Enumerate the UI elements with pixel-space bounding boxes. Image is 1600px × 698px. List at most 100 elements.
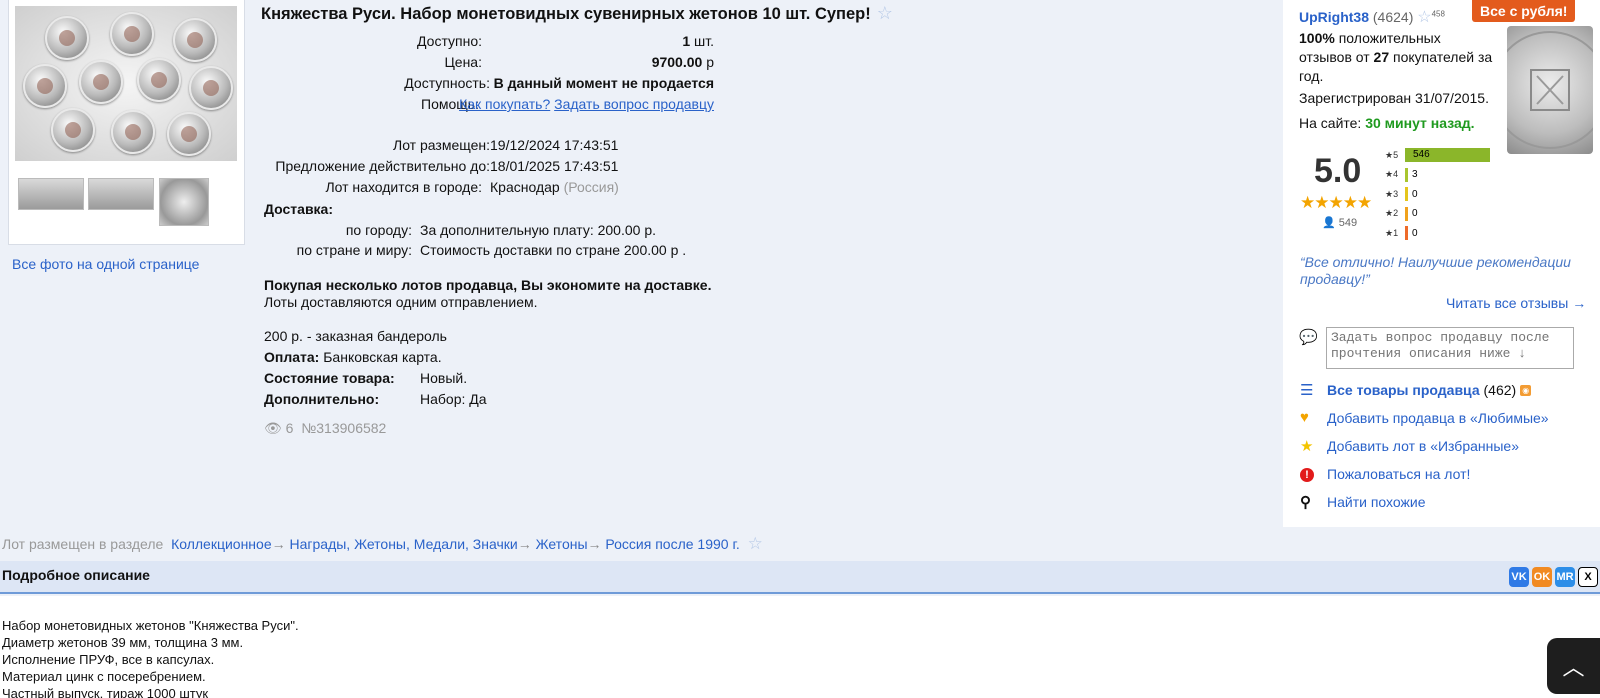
chevron-up-icon: ︿ bbox=[1562, 655, 1585, 680]
price-amount: 9700.00 bbox=[651, 54, 703, 70]
lot-meta: 👁 6 №313906582 bbox=[264, 420, 386, 437]
rating-bar-label: ★4 bbox=[1385, 169, 1399, 179]
breadcrumb-sep: → bbox=[587, 536, 602, 552]
description-title: Подробное описание bbox=[2, 567, 150, 583]
valid-label: Предложение действительно до: bbox=[275, 158, 490, 174]
seller-fav-count: 458 bbox=[1431, 9, 1445, 19]
how-to-buy-link[interactable]: Как покупать? bbox=[459, 96, 550, 112]
price-value: 9700.00 р bbox=[652, 54, 714, 70]
read-all-reviews-link[interactable]: Читать все отзывы → bbox=[1446, 295, 1586, 311]
thumbnail-3[interactable] bbox=[159, 178, 209, 226]
x-share-icon[interactable]: X bbox=[1578, 567, 1598, 587]
search-icon: ⚲ bbox=[1300, 494, 1311, 511]
rating-bar-row: ★5 546 bbox=[1385, 148, 1494, 162]
reviewers: 👤 549 bbox=[1322, 216, 1357, 229]
rating-bar bbox=[1405, 226, 1408, 240]
availability-value: В данный момент не продается bbox=[493, 75, 714, 91]
seller-name-link[interactable]: UpRight38 bbox=[1299, 9, 1369, 25]
rating-bar-count: 0 bbox=[1412, 188, 1418, 200]
add-fav-seller-row: ♥ Добавить продавца в «Любимые» bbox=[1300, 409, 1549, 426]
rating-stars: ★★★★★ bbox=[1300, 193, 1372, 212]
seller-feedback-count: (4624) bbox=[1372, 9, 1414, 25]
available-count: 1 bbox=[682, 33, 691, 49]
ask-seller-input[interactable] bbox=[1326, 327, 1574, 369]
reviewers-count: 549 bbox=[1338, 217, 1358, 229]
rating-bar-row: ★3 0 bbox=[1385, 187, 1418, 201]
add-fav-seller-link[interactable]: Добавить продавца в «Любимые» bbox=[1327, 410, 1549, 426]
payment-row: Оплата: Банковская карта. bbox=[264, 349, 442, 365]
extra-value: Набор: Да bbox=[420, 391, 487, 407]
add-fav-lot-link[interactable]: Добавить лот в «Избранные» bbox=[1327, 438, 1519, 454]
breadcrumb-prefix: Лот размещен в разделе bbox=[2, 536, 164, 552]
seller-positive: 100% положительных отзывов от 27 покупат… bbox=[1299, 29, 1504, 86]
add-fav-lot-row: ★ Добавить лот в «Избранные» bbox=[1300, 437, 1519, 455]
description-header-bar bbox=[0, 561, 1600, 594]
placed-label: Лот размещен: bbox=[393, 137, 490, 153]
seller-avatar[interactable] bbox=[1507, 26, 1593, 154]
lot-title-text: Княжества Руси. Набор монетовидных сувен… bbox=[261, 5, 871, 23]
description-line: Исполнение ПРУФ, все в капсулах. bbox=[2, 652, 215, 667]
star-outline-icon[interactable]: ☆ bbox=[748, 534, 763, 553]
save-note: Лоты доставляются одним отправлением. bbox=[264, 294, 538, 310]
breadcrumb-item-1[interactable]: Коллекционное bbox=[171, 536, 272, 552]
rating-bar bbox=[1405, 206, 1408, 221]
lot-title: Княжества Руси. Набор монетовидных сувен… bbox=[261, 3, 893, 24]
thumbnail-2[interactable] bbox=[88, 178, 154, 210]
condition-label: Состояние товара: bbox=[264, 370, 395, 386]
delivery-world-value: Стоимость доставки по стране 200.00 р . bbox=[420, 242, 687, 258]
rating-bar-count: 0 bbox=[1412, 227, 1418, 239]
rating-bar-count: 0 bbox=[1412, 208, 1418, 219]
rating-bar-label: ★3 bbox=[1385, 188, 1399, 199]
rss-icon[interactable]: ◉ bbox=[1520, 384, 1532, 396]
city-name: Краснодар bbox=[490, 179, 560, 195]
rating-bar bbox=[1405, 167, 1408, 182]
price-label: Цена: bbox=[444, 54, 482, 70]
complain-row: ! Пожаловаться на лот! bbox=[1300, 465, 1470, 482]
star-outline-icon[interactable]: ☆ bbox=[877, 3, 893, 23]
complain-link[interactable]: Пожаловаться на лот! bbox=[1327, 466, 1470, 482]
promo-badge[interactable]: Все с рубля! bbox=[1472, 0, 1576, 22]
thumbnail-1[interactable] bbox=[18, 178, 84, 210]
positive-text2: отзывов от bbox=[1299, 49, 1370, 65]
rating-bar bbox=[1405, 187, 1408, 201]
views-count: 6 bbox=[285, 420, 294, 436]
find-similar-link[interactable]: Найти похожие bbox=[1327, 494, 1426, 510]
seller-header: UpRight38 (4624) ☆458 bbox=[1299, 7, 1445, 27]
description-line: Частный выпуск, тираж 1000 штук bbox=[2, 686, 209, 698]
breadcrumb-item-4[interactable]: Россия после 1990 г. bbox=[605, 536, 739, 552]
available-label: Доступно: bbox=[417, 33, 482, 49]
city-value: Краснодар (Россия) bbox=[490, 179, 619, 195]
seller-quote: “Все отлично! Наилучшие рекомендации про… bbox=[1300, 254, 1571, 287]
delivery-label: Доставка: bbox=[264, 201, 334, 217]
ok-share-icon[interactable]: OK bbox=[1532, 567, 1552, 587]
extra-label: Дополнительно: bbox=[264, 391, 380, 407]
all-photos-link[interactable]: Все фото на одной странице bbox=[12, 256, 199, 272]
placed-value: 19/12/2024 17:43:51 bbox=[490, 137, 619, 153]
rating-bar-count: 546 bbox=[1413, 149, 1430, 160]
ask-seller-link[interactable]: Задать вопрос продавцу bbox=[554, 96, 714, 112]
available-unit: шт. bbox=[694, 33, 714, 49]
alert-icon: ! bbox=[1300, 465, 1327, 482]
online-label: На сайте: bbox=[1299, 115, 1362, 131]
payment-value: Банковская карта. bbox=[323, 349, 442, 365]
main-photo[interactable] bbox=[15, 6, 237, 161]
rating-bar-label: ★5 bbox=[1385, 149, 1399, 160]
city-country: (Россия) bbox=[563, 179, 619, 195]
breadcrumb-sep: → bbox=[517, 536, 532, 552]
star-outline-icon[interactable]: ☆ bbox=[1417, 9, 1431, 26]
rating-bar-row: ★4 3 bbox=[1385, 167, 1418, 182]
breadcrumb-sep: → bbox=[271, 536, 286, 552]
positive-pct: 100% bbox=[1299, 30, 1335, 46]
seller-online: На сайте: 30 минут назад. bbox=[1299, 115, 1475, 131]
all-goods-row: ☰ Все товары продавца (462) ◉ bbox=[1300, 381, 1532, 399]
scroll-to-top-button[interactable]: ︿ bbox=[1547, 638, 1600, 694]
help-links: Как покупать? Задать вопрос продавцу bbox=[459, 96, 714, 112]
mailru-share-icon[interactable]: MR bbox=[1555, 567, 1575, 587]
vk-share-icon[interactable]: VK bbox=[1509, 567, 1529, 587]
breadcrumb-item-3[interactable]: Жетоны bbox=[536, 536, 588, 552]
all-goods-link[interactable]: Все товары продавца bbox=[1327, 382, 1480, 398]
rating-bar-label: ★1 bbox=[1385, 227, 1399, 238]
parcel-note: 200 р. - заказная бандероль bbox=[264, 328, 447, 344]
breadcrumb-item-2[interactable]: Награды, Жетоны, Медали, Значки bbox=[290, 536, 518, 552]
available-value: 1 шт. bbox=[682, 33, 714, 49]
